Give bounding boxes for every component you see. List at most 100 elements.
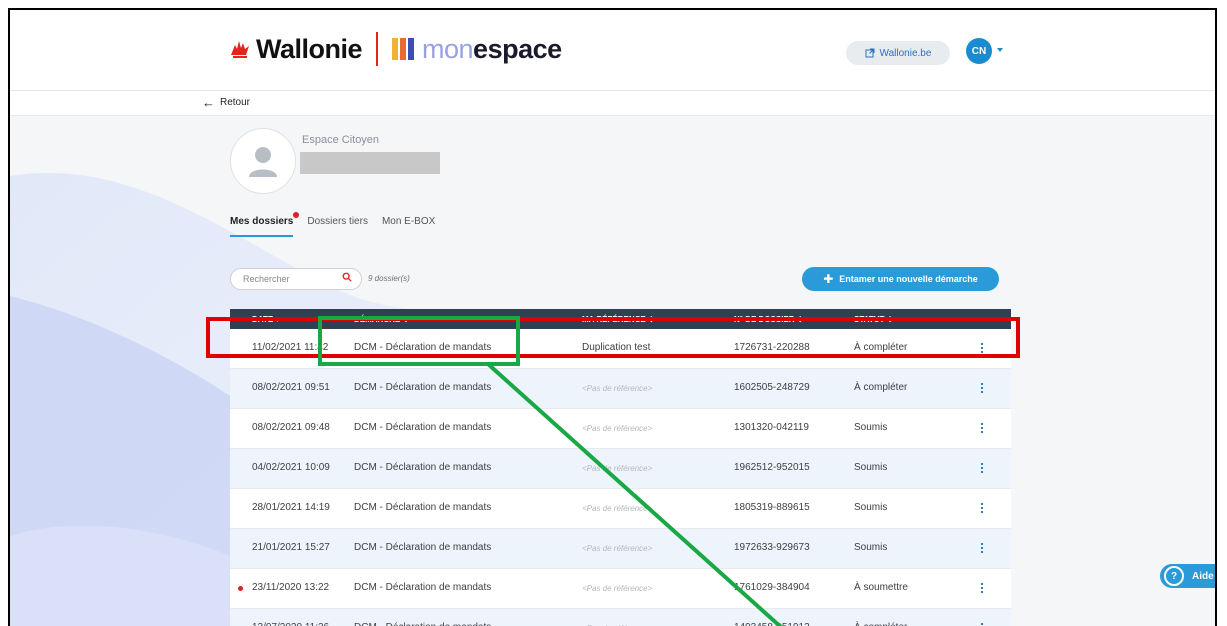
brand-mon: mon — [422, 33, 474, 64]
table-row[interactable]: 11/02/2021 11:42 DCM - Déclaration de man… — [230, 329, 1011, 369]
cell-statut: Soumis — [854, 422, 888, 433]
arrow-left-icon[interactable]: ← — [202, 95, 215, 110]
tab-label: Mon E-BOX — [381, 216, 436, 227]
header-demarche[interactable]: DÉMARCHE ⬍ — [354, 315, 409, 324]
brand-divider — [376, 32, 379, 66]
cell-demarche: DCM - Déclaration de mandats — [354, 462, 492, 473]
row-menu-icon[interactable] — [976, 341, 988, 355]
table-row[interactable]: 28/01/2021 14:19 DCM - Déclaration de man… — [230, 489, 1011, 529]
brand-espace: espace — [473, 33, 562, 64]
user-placeholder-icon — [249, 147, 277, 177]
header-statut[interactable]: STATUT ⬍ — [854, 315, 893, 324]
cell-reference: <Pas de référence> — [582, 504, 653, 513]
row-menu-icon[interactable] — [976, 501, 988, 515]
cell-dossier-number: 1726731-220288 — [734, 342, 810, 353]
brand-wallonie: Wallonie — [256, 33, 363, 64]
browser-frame: Wallonie mon espace Wallonie.be CN ← Ret… — [8, 8, 1217, 626]
cell-statut: Soumis — [854, 502, 888, 513]
tabs: Mes dossiers Dossiers tiers Mon E-BOX — [230, 212, 449, 237]
cell-date: 08/02/2021 09:51 — [252, 382, 330, 393]
cell-statut: À compléter — [854, 342, 908, 353]
external-link-icon — [865, 48, 875, 58]
cell-dossier-number: 1805319-889615 — [734, 502, 810, 513]
cell-dossier-number: 1301320-042119 — [734, 422, 809, 433]
row-menu-icon[interactable] — [976, 461, 988, 475]
row-menu-icon[interactable] — [976, 421, 988, 435]
cell-date: 11/02/2021 11:42 — [252, 342, 329, 353]
main-content: Espace Citoyen Mes dossiers Dossiers tie… — [10, 116, 1215, 626]
cell-dossier-number: 1602505-248729 — [734, 382, 810, 393]
tab-mes-dossiers[interactable]: Mes dossiers — [230, 212, 300, 237]
table-row[interactable]: 08/02/2021 09:51 DCM - Déclaration de man… — [230, 369, 1011, 409]
top-header: Wallonie mon espace Wallonie.be CN — [10, 10, 1215, 91]
back-bar: ← Retour — [10, 91, 1215, 116]
tab-mon-ebox[interactable]: Mon E-BOX — [382, 216, 435, 237]
cell-reference: Duplication test — [582, 342, 651, 353]
question-icon: ? — [1164, 566, 1184, 586]
table-row[interactable]: 08/02/2021 09:48 DCM - Déclaration de man… — [230, 409, 1011, 449]
back-link[interactable]: Retour — [220, 97, 250, 108]
cell-date: 23/11/2020 13:22 — [252, 582, 330, 593]
brand-logo[interactable]: Wallonie mon espace — [228, 32, 562, 66]
cell-statut: À compléter — [854, 622, 907, 626]
chevron-down-icon[interactable] — [997, 48, 1003, 52]
new-procedure-button[interactable]: ✚ Entamer une nouvelle démarche — [802, 267, 999, 291]
table-row[interactable]: 23/11/2020 13:22 DCM - Déclaration de man… — [230, 569, 1011, 609]
row-menu-icon[interactable] — [976, 621, 988, 626]
cell-dossier-number: 1962512-952015 — [734, 462, 810, 473]
search-icon[interactable] — [342, 272, 352, 282]
help-label: Aide — [1192, 570, 1214, 582]
cell-demarche: DCM - Déclaration de mandats — [354, 422, 492, 433]
user-avatar[interactable]: CN — [966, 38, 992, 64]
cell-demarche: DCM - Déclaration de mandats — [354, 542, 492, 553]
header-reference[interactable]: MA RÉFÉRENCE ⬍ — [582, 315, 655, 324]
cell-dossier-number: 1493458-051913 — [734, 622, 810, 626]
cell-reference: <Pas de référence> — [582, 584, 653, 593]
wallonie-be-link[interactable]: Wallonie.be — [846, 41, 950, 65]
cell-demarche: DCM - Déclaration de mandats — [354, 582, 492, 593]
wallonie-be-label: Wallonie.be — [879, 47, 932, 59]
row-menu-icon[interactable] — [976, 541, 988, 555]
space-title: Espace Citoyen — [302, 134, 380, 146]
search-input[interactable]: Rechercher — [230, 268, 362, 290]
row-menu-icon[interactable] — [976, 581, 988, 595]
cell-date: 04/02/2021 10:09 — [252, 462, 330, 473]
cell-date: 28/01/2021 14:19 — [252, 502, 330, 513]
profile-avatar — [230, 128, 296, 194]
table-row[interactable]: 21/01/2021 15:27 DCM - Déclaration de man… — [230, 529, 1011, 569]
cell-dossier-number: 1761029-384904 — [734, 582, 810, 593]
cell-date: 21/01/2021 15:27 — [252, 542, 330, 553]
monespace-logo-icon — [392, 38, 416, 60]
cell-dossier-number: 1972633-929673 — [734, 542, 810, 553]
cell-statut: Soumis — [854, 542, 888, 553]
search-placeholder: Rechercher — [243, 274, 290, 284]
header-date[interactable]: DATE ▾ — [252, 315, 279, 324]
table-body: 11/02/2021 11:42 DCM - Déclaration de man… — [230, 329, 1011, 626]
dossier-count: 9 dossier(s) — [368, 274, 410, 283]
table-row[interactable]: 13/07/2020 11:36 DCM - Déclaration de man… — [230, 609, 1011, 626]
cell-statut: À compléter — [854, 382, 908, 393]
cell-demarche: DCM - Déclaration de mandats — [354, 382, 492, 393]
table-row[interactable]: 04/02/2021 10:09 DCM - Déclaration de man… — [230, 449, 1011, 489]
cell-demarche: DCM - Déclaration de mandats — [354, 502, 492, 513]
cell-date: 08/02/2021 09:48 — [252, 422, 330, 433]
new-procedure-label: Entamer une nouvelle démarche — [839, 274, 978, 284]
tab-label: Dossiers tiers — [307, 216, 368, 227]
plus-icon: ✚ — [823, 272, 834, 286]
cell-demarche: DCM - Déclaration de mandats — [354, 622, 491, 626]
header-dossier-number[interactable]: N° DE DOSSIER ⬍ — [734, 315, 803, 324]
help-button[interactable]: ? Aide — [1160, 564, 1215, 588]
cell-statut: Soumis — [854, 462, 888, 473]
cell-reference: <Pas de référence> — [582, 384, 653, 393]
notification-dot — [293, 212, 300, 218]
cell-reference: <Pas de référence> — [582, 464, 653, 473]
tab-dossiers-tiers[interactable]: Dossiers tiers — [307, 216, 368, 237]
cell-reference: <Pas de référence> — [582, 544, 653, 553]
row-menu-icon[interactable] — [976, 381, 988, 395]
tab-label: Mes dossiers — [230, 216, 294, 227]
redacted-user-name — [300, 152, 440, 174]
cell-date: 13/07/2020 11:36 — [252, 622, 329, 626]
cell-statut: À soumettre — [854, 582, 908, 593]
table-header: DATE ▾ DÉMARCHE ⬍ MA RÉFÉRENCE ⬍ N° DE D… — [230, 309, 1011, 329]
unread-dot — [238, 586, 243, 591]
